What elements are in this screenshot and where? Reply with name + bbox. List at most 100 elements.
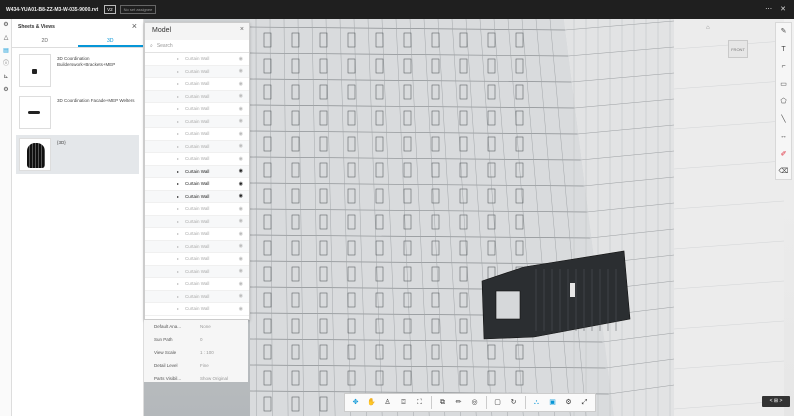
eraser-icon[interactable]: ⌫ (776, 163, 791, 181)
expand-arrow-icon[interactable]: ▸ (177, 194, 179, 199)
pan-icon[interactable]: ✋ (364, 395, 379, 410)
settings-icon[interactable]: ⚙ (561, 395, 576, 410)
tree-row[interactable]: ▸ Curtain Wall ◉ (145, 103, 249, 116)
tree-row[interactable]: ▸ Curtain Wall ◉ (145, 240, 249, 253)
expand-arrow-icon[interactable]: ▸ (177, 294, 179, 299)
tree-row[interactable]: ▸ Curtain Wall ◉ (145, 278, 249, 291)
camera-icon[interactable]: ⌼ (396, 395, 411, 410)
tree-row[interactable]: ▸ Curtain Wall ◉ (145, 153, 249, 166)
close-icon[interactable]: ✕ (780, 5, 786, 13)
visibility-eye-icon[interactable]: ◉ (239, 168, 243, 174)
visibility-eye-icon[interactable]: ◉ (239, 156, 243, 162)
tree-row[interactable]: ▸ Curtain Wall ◉ (145, 215, 249, 228)
visibility-eye-icon[interactable]: ◉ (239, 293, 243, 299)
expand-arrow-icon[interactable]: ▸ (177, 144, 179, 149)
section-icon[interactable]: ⧉ (435, 395, 450, 410)
box-icon[interactable]: ▢ (490, 395, 505, 410)
visibility-eye-icon[interactable]: ◉ (239, 118, 243, 124)
fit-icon[interactable]: ⛶ (412, 395, 427, 410)
visibility-eye-icon[interactable]: ◉ (239, 81, 243, 87)
assignee-button[interactable]: No set assignee (119, 5, 157, 14)
tree-row[interactable]: ▸ Curtain Wall ◉ (145, 190, 249, 203)
tab-3d[interactable]: 3D (77, 35, 143, 47)
info-icon[interactable]: ⓘ (0, 58, 12, 71)
measure-icon[interactable]: ✏ (451, 395, 466, 410)
visibility-eye-icon[interactable]: ◉ (239, 231, 243, 237)
sheets-icon[interactable]: ▤ (0, 45, 12, 58)
visibility-eye-icon[interactable]: ◉ (239, 68, 243, 74)
tree-row[interactable]: ▸ Curtain Wall ◉ (145, 53, 249, 66)
visibility-eye-icon[interactable]: ◉ (239, 281, 243, 287)
expand-arrow-icon[interactable]: ▸ (177, 156, 179, 161)
line-icon[interactable]: ╲ (776, 111, 791, 129)
tree-row[interactable]: ▸ Curtain Wall ◉ (145, 303, 249, 316)
tree-row[interactable]: ▸ Curtain Wall ◉ (145, 90, 249, 103)
explode-icon[interactable]: ◎ (467, 395, 482, 410)
visibility-eye-icon[interactable]: ◉ (239, 206, 243, 212)
layers-icon[interactable]: △ (0, 32, 12, 45)
expand-arrow-icon[interactable]: ▸ (177, 244, 179, 249)
close-icon[interactable]: × (132, 21, 137, 31)
tree-row[interactable]: ▸ Curtain Wall ◉ (145, 140, 249, 153)
tree-row[interactable]: ▸ Curtain Wall ◉ (145, 203, 249, 216)
expand-arrow-icon[interactable]: ▸ (177, 231, 179, 236)
callout-icon[interactable]: ⌐ (776, 58, 791, 76)
visibility-eye-icon[interactable]: ◉ (239, 218, 243, 224)
settings-icon[interactable]: ⚙ (0, 19, 12, 32)
visibility-eye-icon[interactable]: ◉ (239, 306, 243, 312)
viewcube[interactable]: FRONT (728, 40, 748, 58)
expand-arrow-icon[interactable]: ▸ (177, 69, 179, 74)
tree-row[interactable]: ▸ Curtain Wall ◉ (145, 128, 249, 141)
dimension-icon[interactable]: ↔ (776, 128, 791, 146)
properties-icon[interactable]: ▣ (545, 395, 560, 410)
pen-icon[interactable]: ✐ (776, 146, 791, 164)
home-icon[interactable]: ⌂ (706, 25, 710, 31)
expand-arrow-icon[interactable]: ▸ (177, 106, 179, 111)
markup-icon[interactable]: ✎ (776, 23, 791, 41)
expand-arrow-icon[interactable]: ▸ (177, 94, 179, 99)
sheet-icon[interactable]: ↻ (506, 395, 521, 410)
gear-icon[interactable]: ⚙ (0, 84, 12, 97)
fullscreen-icon[interactable]: ⤢ (577, 395, 592, 410)
expand-arrow-icon[interactable]: ▸ (177, 169, 179, 174)
visibility-eye-icon[interactable]: ◉ (239, 243, 243, 249)
expand-arrow-icon[interactable]: ▸ (177, 219, 179, 224)
tree-row[interactable]: ▸ Curtain Wall ◉ (145, 178, 249, 191)
tab-2d[interactable]: 2D (12, 35, 78, 47)
tree-row[interactable]: ▸ Curtain Wall ◉ (145, 78, 249, 91)
expand-arrow-icon[interactable]: ▸ (177, 306, 179, 311)
tree-row[interactable]: ▸ Curtain Wall ◉ (145, 228, 249, 241)
expand-arrow-icon[interactable]: ▸ (177, 56, 179, 61)
expand-arrow-icon[interactable]: ▸ (177, 181, 179, 186)
visibility-eye-icon[interactable]: ◉ (239, 106, 243, 112)
list-item[interactable]: 3D Coordination Builderswork+Brackets+ME… (16, 51, 139, 90)
version-badge[interactable]: V2 (104, 5, 116, 14)
walk-icon[interactable]: ♙ (380, 395, 395, 410)
measure-icon[interactable]: ⊾ (0, 71, 12, 84)
expand-arrow-icon[interactable]: ▸ (177, 269, 179, 274)
tree-row[interactable]: ▸ Curtain Wall ◉ (145, 265, 249, 278)
visibility-eye-icon[interactable]: ◉ (239, 256, 243, 262)
text-icon[interactable]: T (776, 41, 791, 59)
expand-arrow-icon[interactable]: ▸ (177, 81, 179, 86)
polycloud-icon[interactable]: ⬠ (776, 93, 791, 111)
expand-arrow-icon[interactable]: ▸ (177, 131, 179, 136)
tree-row[interactable]: ▸ Curtain Wall ◉ (145, 115, 249, 128)
search-input[interactable]: Search (157, 43, 173, 49)
sheet-pager[interactable]: < ⊞ > (762, 396, 790, 407)
tree-row[interactable]: ▸ Curtain Wall ◉ (145, 253, 249, 266)
orbit-icon[interactable]: ✥ (348, 395, 363, 410)
visibility-eye-icon[interactable]: ◉ (239, 193, 243, 199)
expand-arrow-icon[interactable]: ▸ (177, 206, 179, 211)
tree-row[interactable]: ▸ Curtain Wall ◉ (145, 290, 249, 303)
visibility-eye-icon[interactable]: ◉ (239, 93, 243, 99)
expand-arrow-icon[interactable]: ▸ (177, 281, 179, 286)
visibility-eye-icon[interactable]: ◉ (239, 131, 243, 137)
rectangle-icon[interactable]: ▭ (776, 76, 791, 94)
visibility-eye-icon[interactable]: ◉ (239, 181, 243, 187)
expand-arrow-icon[interactable]: ▸ (177, 119, 179, 124)
search-field[interactable]: ⌕ Search (145, 40, 249, 53)
visibility-eye-icon[interactable]: ◉ (239, 143, 243, 149)
close-icon[interactable]: × (240, 26, 244, 33)
list-item[interactable]: {3D} (16, 135, 139, 174)
